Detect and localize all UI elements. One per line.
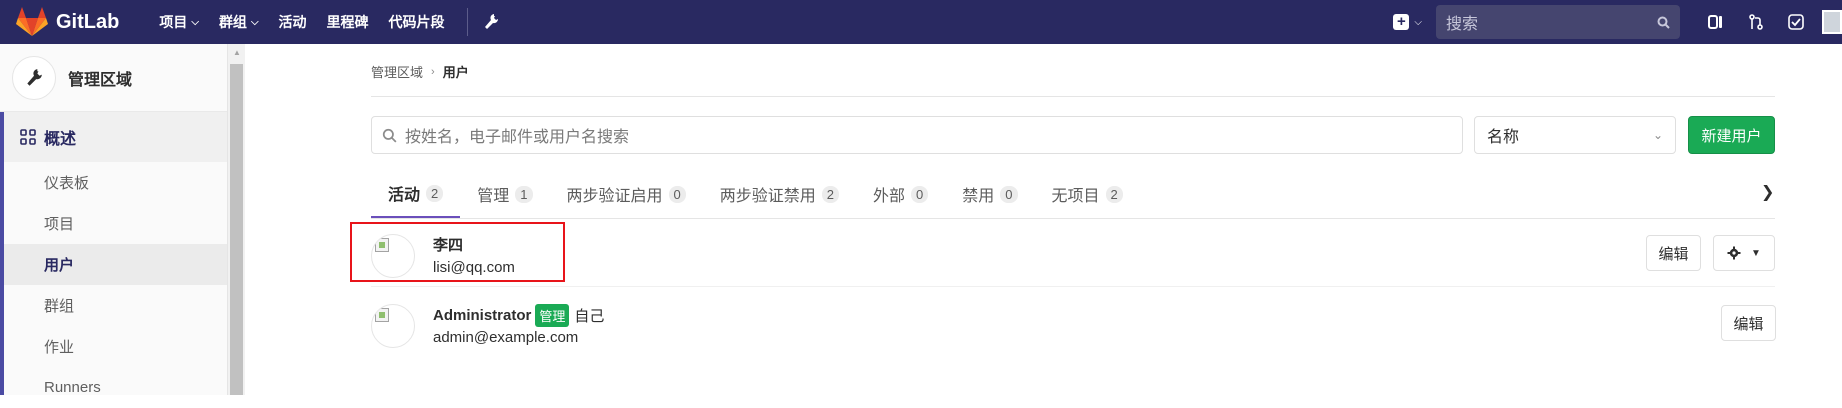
merge-request-icon[interactable] [1736,0,1776,44]
tab-label: 活动 [388,187,421,204]
admin-badge: 管理 [535,304,570,327]
tab-2fa-disabled[interactable]: 两步验证禁用 2 [703,170,856,218]
breadcrumb-parent[interactable]: 管理区域 [371,62,423,81]
gitlab-tanuki-icon [16,7,48,36]
tab-count-badge: 0 [668,185,686,203]
gitlab-logo[interactable]: GitLab [16,0,119,44]
tab-label: 两步验证禁用 [719,188,816,205]
tab-label: 管理 [477,188,510,205]
gear-icon [1727,246,1741,260]
user-email: admin@example.com [433,329,579,346]
nav-projects-label: 项目 [159,14,188,30]
nav-snippets[interactable]: 代码片段 [379,0,455,44]
search-icon [1657,16,1670,29]
chevron-down-icon: ⌵ [191,16,199,28]
breadcrumb-current: 用户 [442,65,469,80]
tab-count-badge: 0 [1000,185,1018,203]
admin-wrench-icon [12,55,56,100]
user-search-placeholder: 按姓名，电子邮件或用户名搜索 [405,129,630,146]
tab-label: 禁用 [962,188,995,205]
nav-divider [466,8,468,36]
tab-blocked[interactable]: 禁用 0 [945,170,1034,218]
global-search-input[interactable]: 搜索 [1436,5,1680,39]
avatar [371,304,415,348]
brand-name: GitLab [56,10,120,33]
tab-active[interactable]: 活动 2 [371,170,461,218]
tab-count-badge: 2 [1105,185,1123,203]
search-placeholder: 搜索 [1446,16,1479,33]
tab-count-badge: 2 [821,185,839,203]
nav-activity-label: 活动 [278,14,307,30]
caret-down-icon: ▼ [1751,247,1761,259]
user-row: 李四 lisi@qq.com 编辑 ▼ [371,220,1775,286]
plus-icon: + [1393,14,1410,30]
sort-value: 名称 [1487,129,1520,146]
self-label: 自己 [574,308,605,325]
admin-wrench-icon[interactable] [480,11,502,33]
divider [371,96,1775,97]
edit-button[interactable]: 编辑 [1721,305,1776,341]
edit-button[interactable]: 编辑 [1646,235,1701,271]
chevron-right-icon[interactable]: ❯ [1761,182,1774,202]
tab-label: 两步验证启用 [566,188,663,205]
tab-count-badge: 0 [911,185,929,203]
search-icon [382,128,397,142]
divider [371,218,1775,219]
sidebar-item-dashboard[interactable]: 仪表板 [0,162,227,203]
chevron-down-icon: ⌵ [250,16,259,28]
user-row: Administrator 管理 自己 admin@example.com 编辑 [371,290,1776,356]
user-filter-tabs: 活动 2 管理 1 两步验证启用 0 两步验证禁用 2 外部 0 禁用 0 无项… [371,170,1775,218]
tab-without-projects[interactable]: 无项目 2 [1035,170,1140,218]
tab-2fa-enabled[interactable]: 两步验证启用 0 [550,170,703,218]
nav-activity[interactable]: 活动 [269,0,317,44]
sidebar-item-projects[interactable]: 项目 [0,203,227,244]
sidebar-title: 管理区域 [68,71,133,89]
nav-snippets-label: 代码片段 [388,14,445,30]
chevron-down-icon: ⌄ [1652,128,1663,142]
overview-grid-icon [20,129,36,145]
scrollbar-thumb[interactable] [230,64,243,395]
sort-dropdown[interactable]: 名称 ⌄ [1474,116,1676,154]
divider [371,286,1775,287]
sidebar-item-jobs[interactable]: 作业 [0,326,227,367]
chevron-right-icon: › [431,65,435,78]
tab-label: 外部 [873,188,906,205]
sidebar-item-groups[interactable]: 群组 [0,285,227,326]
chevron-down-icon: ⌵ [1414,16,1422,28]
sidebar-toggle-icon[interactable] [1696,0,1736,44]
user-settings-dropdown[interactable]: ▼ [1713,235,1775,271]
new-dropdown-button[interactable]: + ⌵ [1393,14,1422,30]
tab-count-badge: 2 [426,184,444,202]
annotation-highlight-box [350,222,565,282]
user-name[interactable]: Administrator 管理 自己 [433,304,604,327]
todo-icon[interactable] [1776,0,1816,44]
tab-count-badge: 1 [515,185,533,203]
nav-milestones[interactable]: 里程碑 [317,0,379,44]
admin-sidebar: 管理区域 概述 仪表板 项目 用户 群组 作业 Runners [0,44,228,396]
top-navbar: GitLab 项目 ⌵ 群组 ⌵ 活动 里程碑 代码片段 + ⌵ 搜索 [0,0,1842,44]
nav-projects[interactable]: 项目 ⌵ [149,0,209,44]
nav-milestones-label: 里程碑 [326,14,369,30]
sidebar-item-runners[interactable]: Runners [0,367,227,408]
user-avatar-icon[interactable] [1822,10,1842,34]
new-user-button[interactable]: 新建用户 [1688,116,1775,154]
scroll-up-arrow-icon[interactable]: ▲ [233,48,241,57]
user-name-text: Administrator [433,307,532,324]
sidebar-header[interactable]: 管理区域 [0,44,227,112]
sidebar-item-overview[interactable]: 概述 [0,112,227,162]
tab-external[interactable]: 外部 0 [856,170,945,218]
nav-groups[interactable]: 群组 ⌵ [209,0,269,44]
sidebar-active-rail [0,156,4,395]
sidebar-item-users[interactable]: 用户 [0,244,227,285]
tab-admins[interactable]: 管理 1 [460,170,549,218]
user-search-input[interactable]: 按姓名，电子邮件或用户名搜索 [371,116,1463,154]
tab-label: 无项目 [1051,188,1100,205]
sidebar-section-label: 概述 [44,131,77,148]
breadcrumb: 管理区域 › 用户 [371,62,469,81]
nav-groups-label: 群组 [218,14,247,30]
broken-image-icon [375,308,389,322]
